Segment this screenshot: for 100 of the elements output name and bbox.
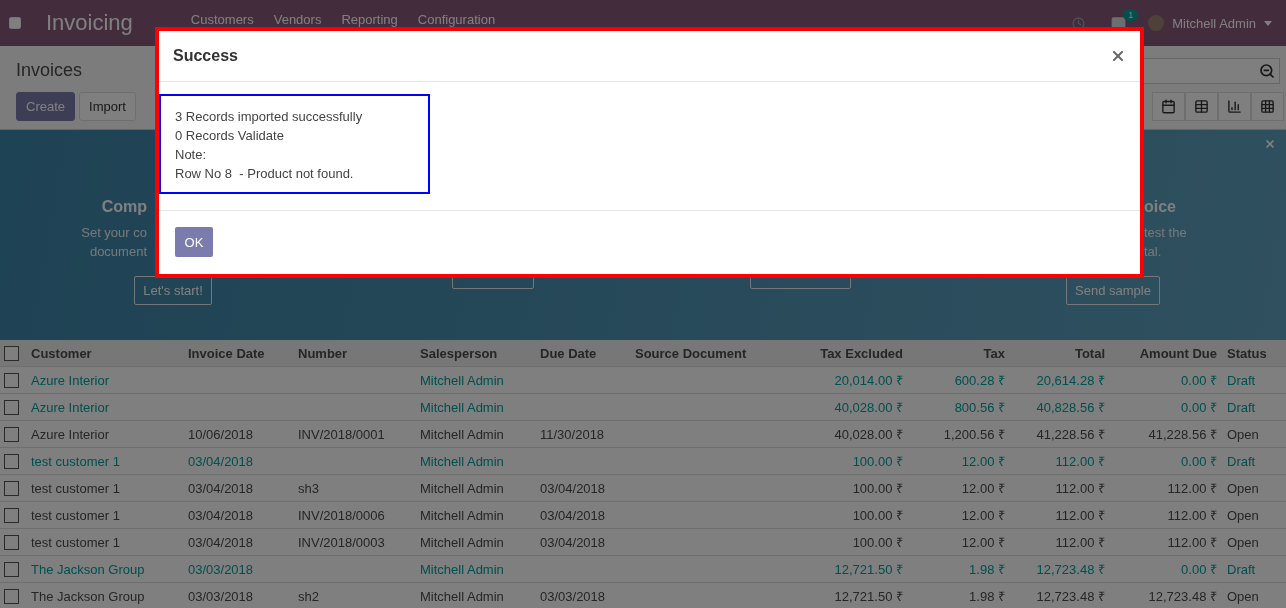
table-cell-text: 03/03/2018	[187, 588, 255, 604]
close-button[interactable]	[1110, 48, 1126, 64]
table-cell-text: Mitchell Admin	[419, 507, 505, 523]
table-cell-text: 112.00 ₹	[1054, 534, 1106, 551]
table-cell-text: Mitchell Admin	[419, 426, 505, 442]
table-cell-text: Mitchell Admin	[419, 480, 505, 496]
create-button[interactable]: Create	[16, 92, 76, 121]
clock-icon[interactable]	[1072, 16, 1086, 30]
table-cell-text: 20,014.00 ₹	[833, 372, 904, 389]
pivot-view-button[interactable]	[1251, 92, 1284, 121]
row-checkbox[interactable]	[4, 480, 19, 496]
table-cell-text: 1,200.56 ₹	[942, 426, 1006, 443]
grid-icon	[1260, 99, 1275, 114]
table-cell-text: sh2	[297, 588, 320, 604]
column-header[interactable]: Invoice Date	[183, 345, 293, 361]
row-checkbox[interactable]	[4, 561, 19, 577]
table-cell-text: 12,723.48 ₹	[1147, 588, 1218, 605]
app-name: Invoicing	[46, 10, 133, 36]
table-cell-text: Mitchell Admin	[419, 399, 505, 415]
close-icon[interactable]	[1264, 138, 1276, 150]
row-checkbox[interactable]	[4, 507, 19, 523]
table-cell-text: Mitchell Admin	[419, 453, 505, 469]
row-checkbox[interactable]	[4, 534, 19, 550]
message-line: 3 Records imported successfully	[175, 108, 364, 126]
table-cell-text: Mitchell Admin	[419, 534, 505, 550]
table-cell-text: Draft	[1226, 372, 1257, 388]
ok-button[interactable]: OK	[175, 227, 213, 257]
dialog-title: Success	[173, 47, 238, 65]
calendar-icon	[1161, 99, 1176, 114]
column-header[interactable]: Salesperson	[415, 345, 535, 361]
calendar-view-button[interactable]	[1152, 92, 1185, 121]
column-header[interactable]: Source Document	[630, 345, 788, 361]
table-cell-text: INV/2018/0001	[297, 426, 386, 442]
row-checkbox[interactable]	[4, 426, 19, 442]
column-header[interactable]: Tax	[908, 345, 1010, 361]
list-view-button[interactable]	[1185, 92, 1218, 121]
user-name[interactable]: Mitchell Admin	[1172, 15, 1256, 31]
import-button[interactable]: Import	[79, 92, 136, 121]
table-cell-text: 1.98 ₹	[968, 561, 1006, 578]
table-cell-text: 11/30/2018	[539, 426, 606, 442]
table-cell-text: 12,723.48 ₹	[1035, 561, 1106, 578]
graph-view-button[interactable]	[1218, 92, 1251, 121]
table-cell-text: INV/2018/0006	[297, 507, 386, 523]
select-all-checkbox[interactable]	[4, 345, 19, 361]
table-cell-text: Mitchell Admin	[419, 372, 505, 388]
table-cell-text: 10/06/2018	[187, 426, 255, 442]
table-cell-text: Azure Interior	[30, 372, 111, 388]
table-cell-text: 12,721.50 ₹	[833, 561, 904, 578]
row-checkbox[interactable]	[4, 453, 19, 469]
search-icon[interactable]	[1259, 63, 1275, 79]
table-cell-text: 112.00 ₹	[1054, 507, 1106, 524]
table-cell-text: 0.00 ₹	[1180, 453, 1218, 470]
table-cell-text: 41,228.56 ₹	[1035, 426, 1106, 443]
table-cell-text: 40,028.00 ₹	[833, 399, 904, 416]
message-line: Note:	[175, 146, 208, 164]
table-cell-text: Open	[1226, 588, 1260, 604]
table-cell-text: test customer 1	[30, 507, 121, 523]
table-cell-text: 03/04/2018	[187, 507, 255, 523]
table-cell-text: 03/04/2018	[539, 480, 607, 496]
menu-item[interactable]: Reporting	[341, 11, 398, 27]
column-header[interactable]: Customer	[26, 345, 183, 361]
table-cell-text: 112.00 ₹	[1054, 453, 1106, 470]
message-line: Row No 8 - Product not found.	[175, 165, 355, 183]
column-header[interactable]: Due Date	[535, 345, 630, 361]
table-cell-text: test customer 1	[30, 480, 121, 496]
menu-item[interactable]: Configuration	[417, 11, 496, 27]
menu-item[interactable]: Vendors	[273, 11, 322, 27]
table-cell-text: 0.00 ₹	[1180, 399, 1218, 416]
step-description: Set your co	[81, 224, 147, 242]
table-cell-text: 100.00 ₹	[851, 534, 904, 551]
table-cell-text: The Jackson Group	[30, 561, 146, 577]
column-header[interactable]: Number	[293, 345, 415, 361]
table-cell-text: 20,614.28 ₹	[1035, 372, 1106, 389]
table-icon	[1194, 99, 1209, 114]
column-header[interactable]: Total	[1010, 345, 1110, 361]
table-cell-text: Azure Interior	[30, 399, 111, 415]
message-count-badge: 1	[1123, 8, 1139, 21]
table-cell-text: 100.00 ₹	[851, 507, 904, 524]
step-description: document	[89, 243, 147, 261]
table-cell-text: 100.00 ₹	[851, 453, 904, 470]
column-header[interactable]: Status	[1222, 345, 1286, 361]
table-cell-text: 600.28 ₹	[953, 372, 1006, 389]
table-cell-text: Draft	[1226, 453, 1257, 469]
table-cell-text: 03/04/2018	[539, 534, 607, 550]
table-cell-text: Open	[1226, 534, 1260, 550]
step-description: tal.	[1144, 243, 1162, 261]
table-cell-text: Open	[1226, 426, 1260, 442]
row-checkbox[interactable]	[4, 372, 19, 388]
column-header[interactable]: Amount Due	[1110, 345, 1222, 361]
table-cell-text: Mitchell Admin	[419, 588, 505, 604]
row-checkbox[interactable]	[4, 588, 19, 604]
table-cell-text: 100.00 ₹	[851, 480, 904, 497]
apps-menu-icon[interactable]	[8, 16, 22, 30]
column-header[interactable]: Tax Excluded	[788, 345, 908, 361]
table-cell-text: test customer 1	[30, 534, 121, 550]
table-cell-text: The Jackson Group	[30, 588, 146, 604]
step-title: Comp	[101, 198, 147, 216]
table-cell-text: 03/04/2018	[187, 453, 255, 469]
menu-item[interactable]: Customers	[190, 11, 254, 27]
row-checkbox[interactable]	[4, 399, 19, 415]
